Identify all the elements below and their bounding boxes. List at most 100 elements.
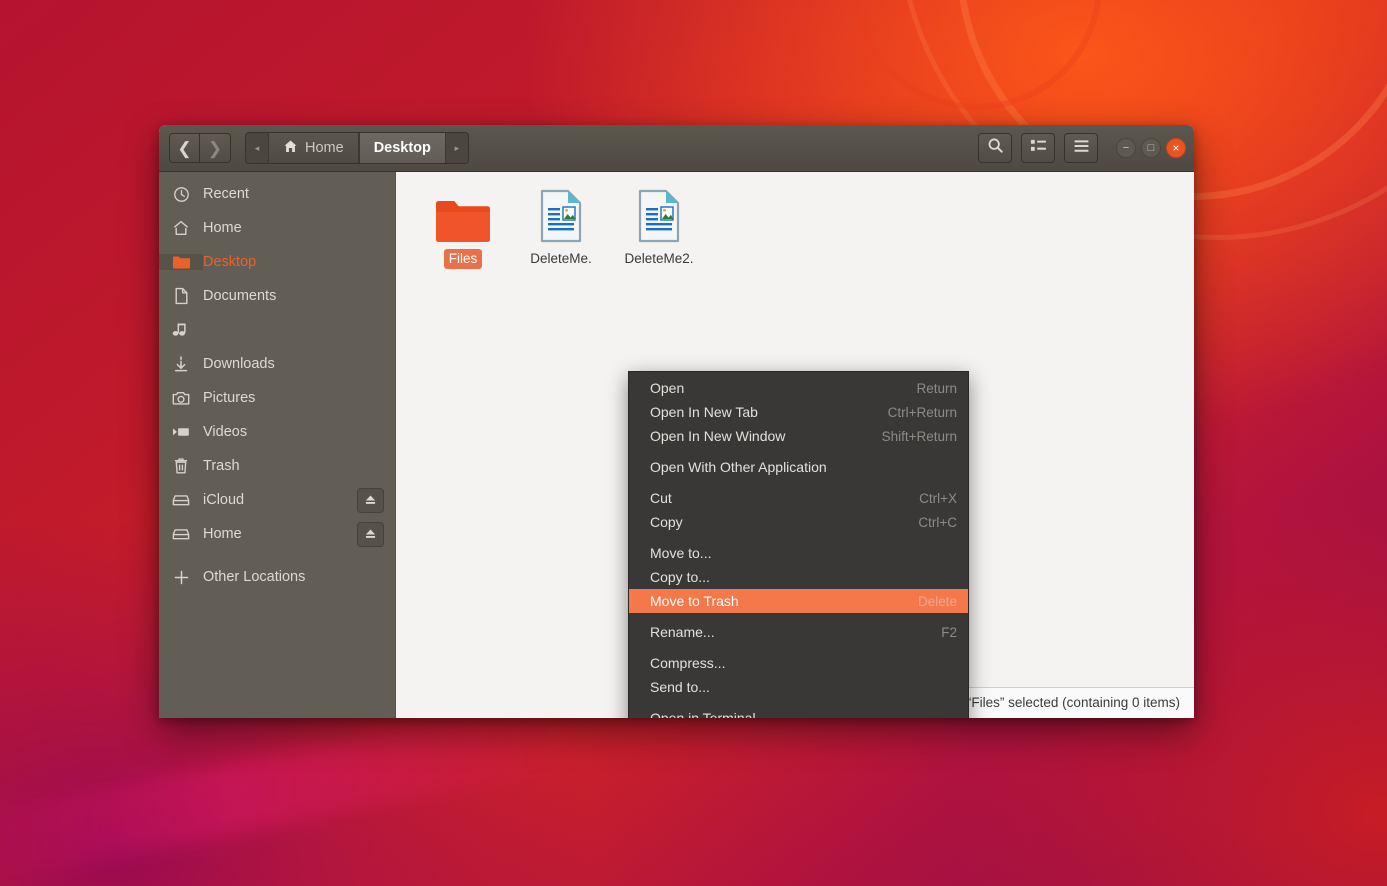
context-menu: Open Return Open In New Tab Ctrl+Return … [628,371,969,718]
menu-item-accelerator: Shift+Return [882,429,957,444]
breadcrumb-label: Desktop [374,140,431,156]
list-view-icon [1030,138,1047,158]
chevron-right-icon: ❯ [208,140,222,157]
menu-item-label: Rename... [650,624,715,640]
sidebar-item-trash[interactable]: Trash [159,449,395,483]
view-options-button[interactable] [1021,133,1055,163]
sidebar: Recent Home Desk [159,172,395,718]
document-icon [159,287,203,305]
forward-button[interactable]: ❯ [200,133,231,163]
search-icon [987,137,1004,159]
menu-item-accelerator: Delete [918,594,957,609]
minimize-button[interactable]: − [1116,138,1136,158]
menu-item-label: Copy to... [650,569,710,585]
wallpaper-streak [0,690,620,886]
file-item-files[interactable]: Files [414,186,512,269]
sidebar-item-label: Documents [203,288,276,304]
menu-separator [629,644,968,651]
trash-icon [159,457,203,475]
sidebar-item-label: Downloads [203,356,275,372]
menu-item-rename[interactable]: Rename... F2 [629,620,968,644]
menu-item-accelerator: Ctrl+C [918,515,957,530]
sidebar-item-label: Other Locations [203,569,305,585]
breadcrumb-scroll-left[interactable]: ◂ [246,133,268,163]
menu-item-label: Move to... [650,545,711,561]
header-actions: − □ × [978,133,1186,163]
chevron-left-icon: ❮ [177,140,191,157]
file-item-deleteme[interactable]: DeleteMe. [512,186,610,269]
file-list: Files [396,172,1194,269]
download-icon [159,355,203,373]
document-icon [538,186,584,244]
menu-item-open-in-terminal[interactable]: Open in Terminal [629,706,968,718]
menu-item-copy-to[interactable]: Copy to... [629,565,968,589]
sidebar-item-label: Trash [203,458,240,474]
close-button[interactable]: × [1166,138,1186,158]
breadcrumb: ◂ Home Desktop ▸ [245,132,469,164]
menu-item-label: Copy [650,514,683,530]
menu-item-move-to-trash[interactable]: Move to Trash Delete [629,589,968,613]
menu-item-open-in-new-window[interactable]: Open In New Window Shift+Return [629,424,968,448]
file-item-deleteme2[interactable]: DeleteMe2. [610,186,708,269]
breadcrumb-item-desktop[interactable]: Desktop [359,133,446,163]
breadcrumb-scroll-right[interactable]: ▸ [446,133,468,163]
menu-item-label: Open [650,380,684,396]
folder-icon [159,254,203,270]
wallpaper-arc-inner [852,0,1102,110]
hamburger-menu-icon [1073,139,1090,158]
sidebar-item-pictures[interactable]: Pictures [159,381,395,415]
folder-icon [434,186,492,244]
menu-item-accelerator: Ctrl+Return [888,405,957,420]
search-button[interactable] [978,133,1012,163]
eject-button[interactable] [357,522,384,547]
menu-item-label: Cut [650,490,672,506]
camera-icon [159,390,203,406]
sidebar-item-recent[interactable]: Recent [159,177,395,211]
back-button[interactable]: ❮ [169,133,200,163]
breadcrumb-label: Home [305,140,344,156]
sidebar-item-downloads[interactable]: Downloads [159,347,395,381]
file-name: DeleteMe2. [619,249,698,269]
sidebar-item-documents[interactable]: Documents [159,279,395,313]
sidebar-item-videos[interactable]: Videos [159,415,395,449]
menu-item-compress[interactable]: Compress... [629,651,968,675]
sidebar-item-label: Videos [203,424,247,440]
menu-item-open[interactable]: Open Return [629,376,968,400]
sidebar-item-label: Pictures [203,390,255,406]
menu-item-open-in-new-tab[interactable]: Open In New Tab Ctrl+Return [629,400,968,424]
menu-item-accelerator: Return [916,381,957,396]
menu-item-label: Send to... [650,679,710,695]
sidebar-item-label: Recent [203,186,249,202]
sidebar-item-label: Home [203,220,242,236]
drive-icon [159,494,203,507]
file-name: Files [444,249,483,269]
plus-icon [159,569,203,586]
menu-separator [629,613,968,620]
status-text: “Files” selected (containing 0 items) [967,695,1180,710]
maximize-button[interactable]: □ [1141,138,1161,158]
eject-button[interactable] [357,488,384,513]
window-header-bar: ❮ ❯ ◂ Home Desktop [159,125,1194,172]
menu-item-copy[interactable]: Copy Ctrl+C [629,510,968,534]
files-window: ❮ ❯ ◂ Home Desktop [159,125,1194,718]
sidebar-item-desktop[interactable]: Desktop [159,245,395,279]
sidebar-item-icloud[interactable]: iCloud [159,483,395,517]
main-menu-button[interactable] [1064,133,1098,163]
video-icon [159,425,203,439]
sidebar-item-other-locations[interactable]: Other Locations [159,560,395,594]
menu-item-label: Open In New Tab [650,404,758,420]
breadcrumb-item-home[interactable]: Home [268,133,359,163]
menu-separator [629,699,968,706]
menu-separator [629,448,968,455]
sidebar-item-music[interactable] [159,313,395,347]
sidebar-item-home[interactable]: Home [159,211,395,245]
menu-item-open-with-other-application[interactable]: Open With Other Application [629,455,968,479]
menu-item-move-to[interactable]: Move to... [629,541,968,565]
drive-icon [159,528,203,541]
music-icon [159,322,203,338]
menu-item-send-to[interactable]: Send to... [629,675,968,699]
sidebar-item-home-drive[interactable]: Home [159,517,395,551]
menu-item-label: Move to Trash [650,593,739,609]
sidebar-item-label: Home [203,526,242,542]
menu-item-cut[interactable]: Cut Ctrl+X [629,486,968,510]
